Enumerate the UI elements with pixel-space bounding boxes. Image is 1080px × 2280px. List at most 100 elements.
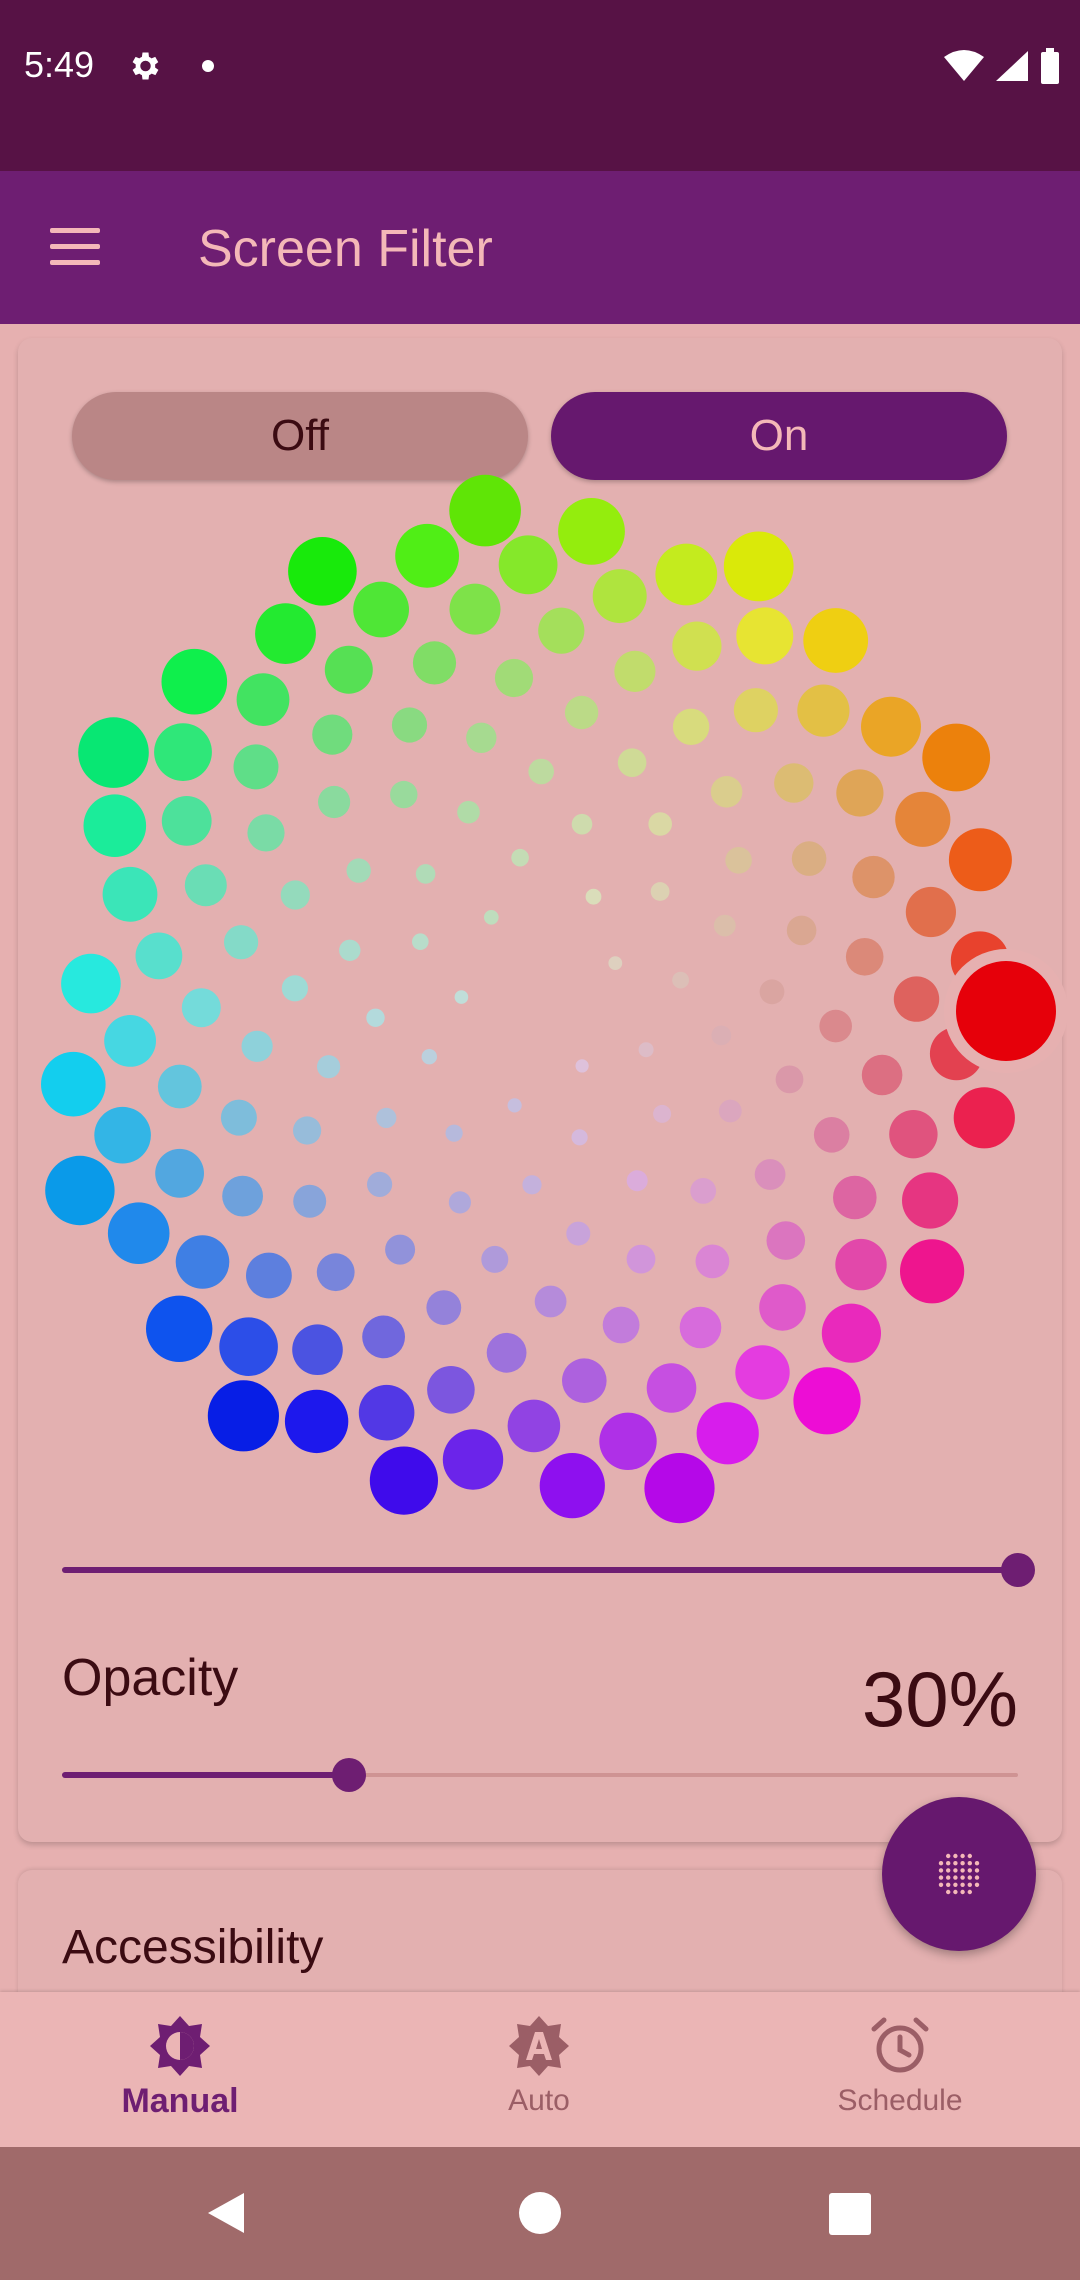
color-swatch[interactable] [415,864,436,884]
color-swatch[interactable] [233,744,279,790]
color-swatch[interactable] [498,535,558,595]
color-swatch[interactable] [353,581,409,638]
color-swatch[interactable] [803,608,869,673]
color-swatch[interactable] [766,1221,806,1260]
color-swatch[interactable] [836,769,884,817]
color-swatch[interactable] [797,684,850,737]
color-swatch[interactable] [905,886,957,938]
color-swatch[interactable] [241,1030,273,1062]
color-swatch[interactable] [852,855,895,899]
color-swatch[interactable] [421,1049,437,1065]
color-swatch[interactable] [281,975,308,1002]
color-swatch[interactable] [448,1191,471,1214]
color-swatch[interactable] [653,1104,672,1123]
color-swatch[interactable] [94,1106,151,1164]
color-swatch[interactable] [78,717,149,788]
color-swatch[interactable] [585,888,602,905]
color-swatch[interactable] [813,1117,850,1153]
color-swatch[interactable] [534,1285,567,1318]
color-swatch[interactable] [672,708,710,745]
color-swatch[interactable] [318,785,351,819]
color-swatch[interactable] [107,1202,170,1264]
color-swatch[interactable] [735,1345,790,1400]
color-swatch[interactable] [454,990,469,1004]
color-swatch[interactable] [835,1238,887,1291]
nav-item-manual[interactable]: Manual [30,1992,330,2147]
opacity-slider[interactable] [62,1755,1018,1795]
color-swatch[interactable] [220,1099,257,1136]
color-swatch[interactable] [672,621,722,671]
color-swatch[interactable] [135,932,183,980]
color-swatch[interactable] [41,1051,106,1117]
color-swatch[interactable] [61,953,121,1014]
color-swatch[interactable] [893,976,940,1022]
on-toggle-button[interactable]: On [551,392,1007,480]
color-swatch[interactable] [775,1065,804,1094]
color-swatch[interactable] [723,531,794,602]
color-swatch[interactable] [457,800,480,824]
recents-icon[interactable] [829,2193,871,2235]
color-swatch[interactable] [648,812,672,836]
color-swatch[interactable] [292,1324,343,1375]
color-swatch[interactable] [511,848,529,867]
color-swatch[interactable] [293,1184,327,1218]
color-swatch[interactable] [571,1129,588,1146]
color-swatch[interactable] [564,695,599,730]
color-swatch[interactable] [157,1064,202,1109]
color-swatch[interactable] [366,1008,385,1027]
color-swatch[interactable] [247,814,285,852]
color-swatch[interactable] [538,607,585,654]
color-swatch[interactable] [466,722,497,753]
color-swatch[interactable] [391,707,428,743]
color-swatch[interactable] [821,1303,882,1363]
color-swatch[interactable] [953,1087,1015,1149]
color-swatch[interactable] [845,938,884,976]
off-toggle-button[interactable]: Off [72,392,528,480]
color-swatch[interactable] [246,1252,292,1299]
color-swatch[interactable] [679,1306,722,1349]
color-swatch[interactable] [774,763,814,803]
color-swatch[interactable] [412,641,457,685]
color-swatch[interactable] [786,915,817,946]
color-swatch[interactable] [222,1175,263,1217]
color-swatch[interactable] [562,1358,607,1403]
color-swatch[interactable] [793,1367,861,1435]
color-swatch[interactable] [617,748,647,777]
color-swatch[interactable] [445,1124,463,1142]
color-swatch[interactable] [599,1412,657,1471]
color-swatch[interactable] [614,650,656,693]
color-swatch[interactable] [759,1284,806,1331]
color-swatch[interactable] [426,1290,462,1325]
color-swatch[interactable] [713,914,736,937]
color-swatch[interactable] [759,979,785,1005]
color-swatch[interactable] [695,1244,730,1279]
color-swatch[interactable] [45,1155,115,1226]
home-icon[interactable] [518,2191,562,2235]
fab-button[interactable] [882,1797,1036,1951]
color-swatch[interactable] [449,474,521,547]
color-swatch[interactable] [184,864,227,907]
color-swatch[interactable] [339,939,361,961]
color-swatch[interactable] [395,523,459,588]
color-swatch[interactable] [696,1402,759,1465]
color-swatch[interactable] [376,1107,397,1128]
color-swatch[interactable] [754,1159,786,1190]
color-swatch[interactable] [316,1253,355,1292]
color-swatch[interactable] [219,1317,278,1376]
color-swatch[interactable] [507,1399,561,1453]
color-swatch[interactable] [324,645,373,694]
color-swatch[interactable] [102,866,158,922]
color-swatch[interactable] [317,1055,341,1079]
color-swatch[interactable] [83,794,147,857]
color-swatch[interactable] [104,1015,156,1067]
color-swatch[interactable] [539,1453,605,1519]
color-swatch[interactable] [736,607,794,665]
color-swatch[interactable] [175,1235,230,1289]
color-swatch[interactable] [575,1059,589,1073]
color-swatch[interactable] [566,1221,591,1246]
color-swatch[interactable] [362,1315,405,1359]
color-swatch[interactable] [650,882,670,901]
color-swatch[interactable] [626,1244,656,1274]
color-swatch[interactable] [571,813,593,835]
color-swatch[interactable] [284,1389,349,1454]
